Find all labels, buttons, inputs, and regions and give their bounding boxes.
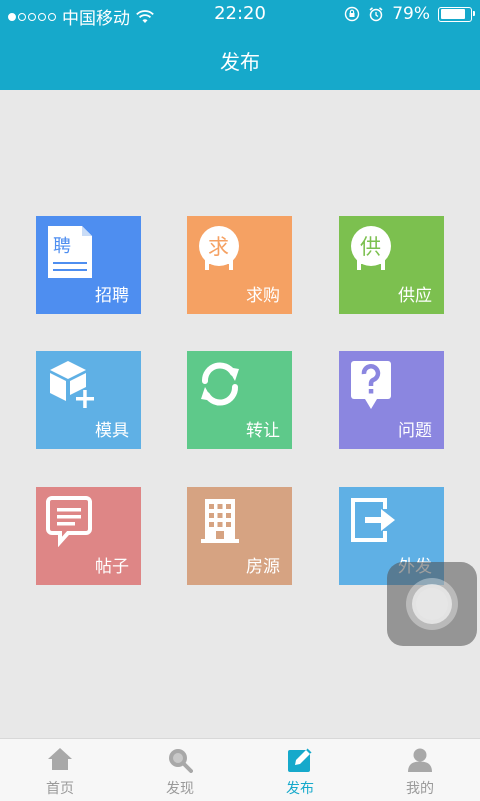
tile-label: 求购 [246,286,280,306]
tab-discover[interactable]: 发现 [120,739,240,801]
tile-property[interactable]: 房源 [187,487,292,585]
rotation-lock-icon [345,6,360,22]
tab-mine[interactable]: 我的 [360,739,480,801]
tile-supply[interactable]: 供 供应 [339,216,444,314]
tile-glyph: 聘 [53,236,71,257]
battery-icon [438,6,475,22]
buy-bubble-icon: 求 [199,226,239,270]
refresh-icon [201,362,239,406]
search-icon [169,749,193,773]
tab-label: 我的 [406,781,434,797]
alarm-icon [369,7,383,22]
tab-home[interactable]: 首页 [0,739,120,801]
status-bar: 中国移动 22:20 79% [0,0,480,30]
tile-label: 招聘 [95,286,129,306]
assistive-touch-button[interactable] [387,562,477,646]
tile-label: 帖子 [95,557,129,577]
tile-glyph: 供 [360,235,381,259]
page-title: 发布 [220,50,260,74]
supply-bubble-icon: 供 [351,226,391,270]
resume-doc-icon: 聘 [48,226,92,278]
tile-recruit[interactable]: 聘 招聘 [36,216,141,314]
tile-glyph: 求 [208,235,229,259]
export-icon [351,498,395,542]
home-icon [48,748,72,770]
chat-list-icon [46,496,92,547]
tile-transfer[interactable]: 转让 [187,351,292,449]
tile-question[interactable]: 问题 [339,351,444,449]
tab-label: 发布 [286,781,314,797]
tile-buy[interactable]: 求 求购 [187,216,292,314]
tab-label: 首页 [46,781,74,797]
building-icon [201,499,239,543]
tab-label: 发现 [166,781,194,797]
tile-mold[interactable]: 模具 [36,351,141,449]
tile-label: 房源 [246,557,280,577]
battery-percent: 79% [392,4,430,24]
tab-bar: 首页 发现 发布 我的 [0,738,480,801]
tile-label: 供应 [398,286,432,306]
tile-post[interactable]: 帖子 [36,487,141,585]
edit-icon [288,748,312,772]
person-icon [408,748,432,772]
tile-label: 转让 [246,421,280,441]
header: 中国移动 22:20 79% 发布 [0,0,480,90]
tab-publish[interactable]: 发布 [240,739,360,801]
cube-plus-icon [50,361,94,408]
tile-label: 问题 [398,421,432,441]
tile-label: 模具 [95,421,129,441]
question-bubble-icon [351,361,391,409]
